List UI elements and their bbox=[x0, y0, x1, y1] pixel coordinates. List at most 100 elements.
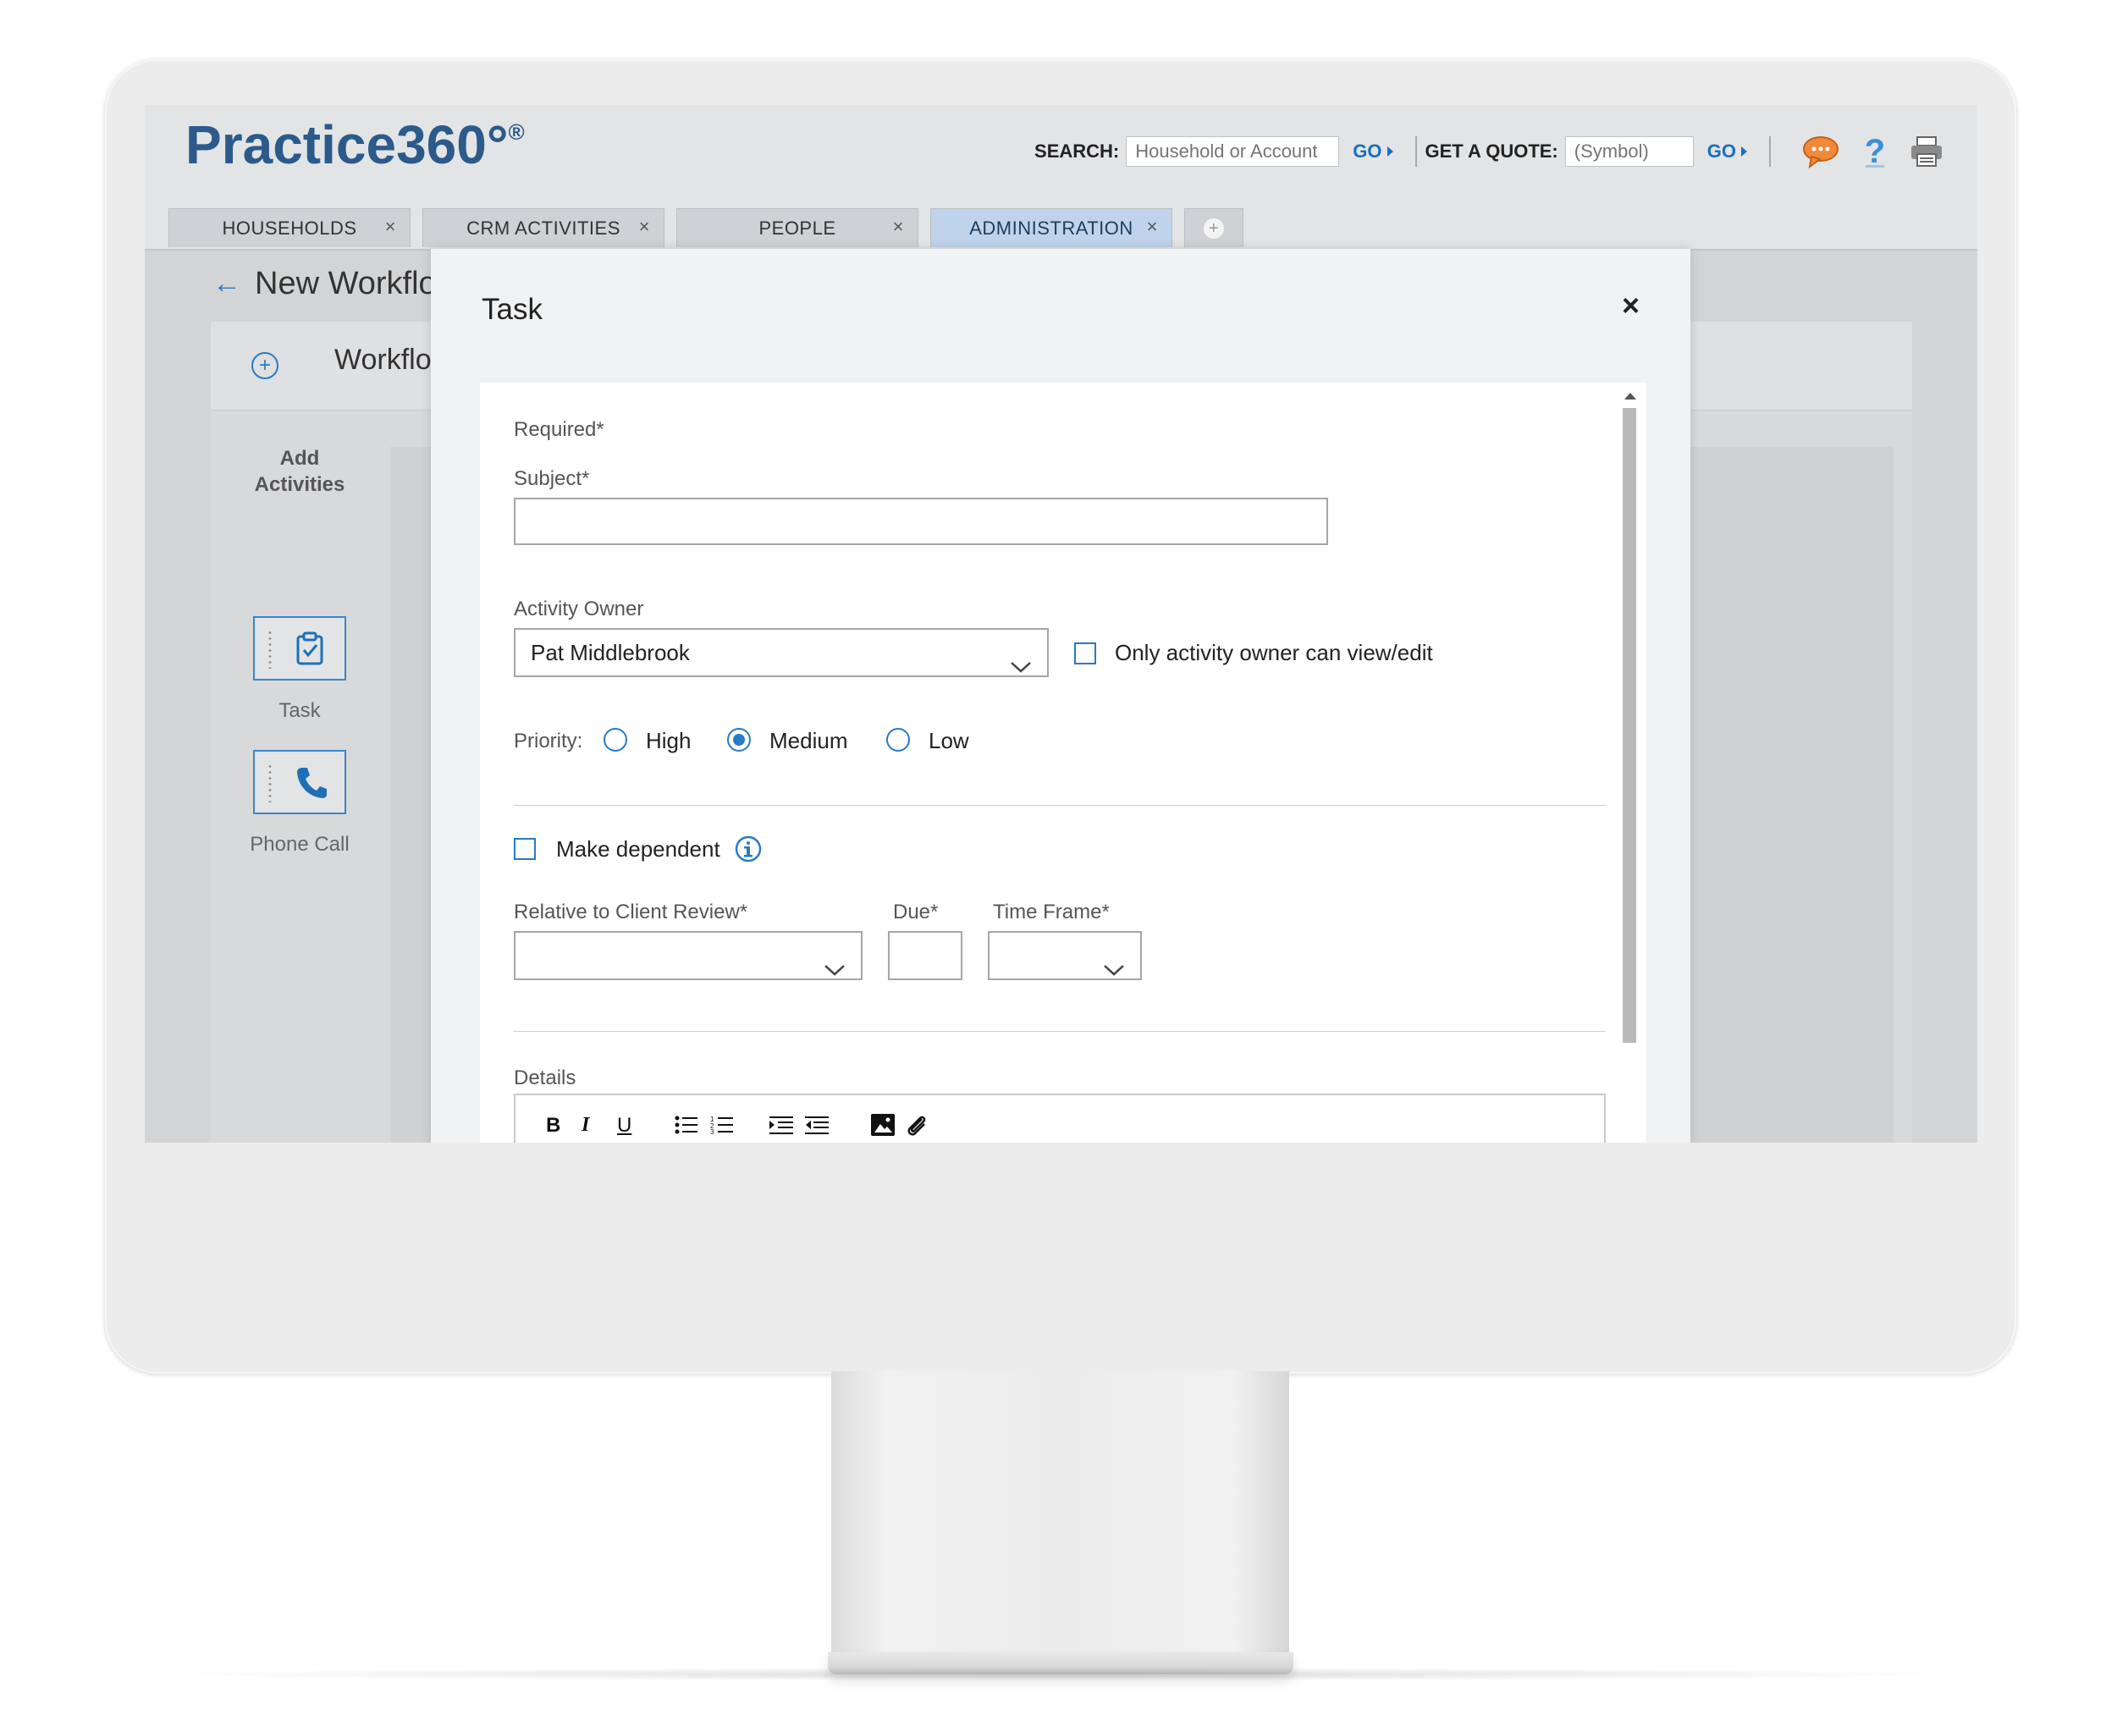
tab-households[interactable]: HOUSEHOLDS × bbox=[168, 208, 411, 247]
drag-handle-icon[interactable] bbox=[267, 630, 273, 669]
floor-shadow bbox=[144, 1667, 1972, 1681]
details-editor[interactable]: B I U 123 bbox=[514, 1094, 1606, 1143]
scrollbar-thumb[interactable] bbox=[1623, 408, 1636, 1043]
priority-label: Priority: bbox=[514, 730, 583, 752]
screen: Practice360°® SEARCH: GO GET A QUOTE: GO… bbox=[145, 105, 1977, 1143]
search-label: SEARCH: bbox=[1034, 141, 1120, 162]
timeframe-label: Time Frame* bbox=[993, 901, 1110, 923]
priority-medium-radio[interactable] bbox=[727, 728, 751, 752]
owner-only-label: Only activity owner can view/edit bbox=[1115, 640, 1433, 665]
svg-text:3: 3 bbox=[710, 1128, 714, 1134]
owner-only-checkbox[interactable] bbox=[1074, 642, 1096, 664]
priority-medium-label: Medium bbox=[769, 728, 848, 753]
back-arrow-icon[interactable]: ← bbox=[212, 267, 241, 300]
section-divider bbox=[514, 805, 1606, 806]
print-icon[interactable] bbox=[1910, 135, 1943, 168]
quote-go-button[interactable]: GO bbox=[1707, 141, 1747, 163]
plus-icon: + bbox=[1204, 218, 1224, 239]
numbered-list-icon[interactable]: 123 bbox=[710, 1116, 734, 1140]
info-icon[interactable] bbox=[734, 835, 763, 868]
chevron-down-icon bbox=[824, 946, 846, 992]
household-search-input[interactable] bbox=[1126, 136, 1340, 167]
tab-close-icon[interactable]: × bbox=[385, 216, 396, 238]
header-divider bbox=[1414, 136, 1417, 167]
chat-icon[interactable] bbox=[1801, 135, 1840, 168]
activity-owner-label: Activity Owner bbox=[514, 598, 644, 620]
app-logo[interactable]: Practice360°® bbox=[185, 113, 525, 176]
quote-symbol-input[interactable] bbox=[1564, 136, 1694, 167]
due-input[interactable] bbox=[888, 931, 962, 980]
add-activities-heading: Add Activities bbox=[254, 447, 345, 496]
activity-owner-value: Pat Middlebrook bbox=[531, 640, 690, 665]
search-go-label: GO bbox=[1353, 141, 1382, 162]
scroll-up-arrow-icon[interactable] bbox=[1624, 393, 1636, 400]
modal-body: Required* Subject* Activity Owner Pat Mi… bbox=[480, 383, 1646, 1143]
italic-button[interactable]: I bbox=[582, 1114, 589, 1137]
modal-title: Task bbox=[482, 293, 543, 326]
add-tab-button[interactable]: + bbox=[1184, 208, 1243, 247]
tab-label: HOUSEHOLDS bbox=[222, 217, 357, 239]
make-dependent-label: Make dependent bbox=[556, 836, 720, 862]
phone-call-activity-label: Phone Call bbox=[250, 833, 350, 856]
activity-owner-select[interactable]: Pat Middlebrook bbox=[514, 628, 1049, 677]
logo-text: Practice360° bbox=[185, 114, 509, 175]
underline-button[interactable]: U bbox=[617, 1114, 631, 1138]
image-icon[interactable] bbox=[871, 1114, 895, 1142]
tab-crm-activities[interactable]: CRM ACTIVITIES × bbox=[422, 208, 664, 247]
logo-registered-mark: ® bbox=[508, 118, 525, 145]
close-icon[interactable]: × bbox=[1622, 288, 1640, 323]
section-divider bbox=[514, 1031, 1606, 1032]
priority-low-label: Low bbox=[929, 728, 969, 753]
tab-close-icon[interactable]: × bbox=[1147, 216, 1158, 238]
priority-high-radio[interactable] bbox=[604, 728, 627, 752]
tab-administration[interactable]: ADMINISTRATION × bbox=[930, 208, 1172, 247]
tab-label: PEOPLE bbox=[758, 217, 836, 239]
task-modal: Task × Required* Subject* Activity Owner… bbox=[431, 249, 1690, 1143]
tab-close-icon[interactable]: × bbox=[639, 216, 650, 238]
make-dependent-checkbox[interactable] bbox=[514, 838, 536, 860]
outdent-icon[interactable] bbox=[805, 1116, 829, 1142]
header-search-area: SEARCH: GO GET A QUOTE: GO ? bbox=[1034, 130, 1943, 173]
required-note: Required* bbox=[514, 418, 604, 441]
attachment-icon[interactable] bbox=[905, 1114, 929, 1143]
go-arrow-icon bbox=[1741, 146, 1747, 157]
indent-icon[interactable] bbox=[769, 1116, 793, 1142]
timeframe-select[interactable] bbox=[988, 931, 1142, 980]
tab-label: ADMINISTRATION bbox=[969, 217, 1133, 239]
relative-label: Relative to Client Review* bbox=[514, 901, 748, 923]
bulleted-list-icon[interactable] bbox=[675, 1116, 698, 1140]
search-go-button[interactable]: GO bbox=[1353, 141, 1393, 163]
clipboard-check-icon bbox=[295, 631, 324, 670]
monitor-stand-neck bbox=[831, 1371, 1289, 1657]
tab-people[interactable]: PEOPLE × bbox=[676, 208, 918, 247]
tab-label: CRM ACTIVITIES bbox=[466, 217, 620, 239]
header-divider bbox=[1769, 136, 1771, 167]
task-activity-tile[interactable] bbox=[253, 616, 346, 681]
phone-call-activity-tile[interactable] bbox=[253, 750, 346, 814]
add-circle-icon[interactable]: + bbox=[251, 352, 278, 379]
workflow-name: Workflo bbox=[334, 344, 432, 376]
details-label: Details bbox=[514, 1066, 576, 1089]
help-icon[interactable]: ? bbox=[1862, 134, 1888, 169]
tab-close-icon[interactable]: × bbox=[893, 216, 904, 238]
quote-go-label: GO bbox=[1706, 141, 1736, 162]
chevron-down-icon bbox=[1010, 643, 1032, 689]
relative-select[interactable] bbox=[514, 931, 863, 980]
drag-handle-icon[interactable] bbox=[267, 763, 273, 802]
tab-bar: HOUSEHOLDS × CRM ACTIVITIES × PEOPLE × A… bbox=[168, 208, 1255, 249]
chevron-down-icon bbox=[1103, 946, 1125, 992]
bold-button[interactable]: B bbox=[546, 1114, 560, 1138]
priority-high-label: High bbox=[646, 728, 692, 753]
phone-icon bbox=[295, 765, 328, 803]
page-title-text: New Workflov bbox=[255, 266, 453, 301]
priority-low-radio[interactable] bbox=[886, 728, 910, 752]
app-header: Practice360°® SEARCH: GO GET A QUOTE: GO… bbox=[145, 105, 1977, 251]
subject-label: Subject* bbox=[514, 467, 590, 490]
subject-input[interactable] bbox=[514, 498, 1328, 545]
page-title: ← New Workflov bbox=[212, 266, 453, 302]
task-activity-label: Task bbox=[278, 699, 321, 722]
svg-text:?: ? bbox=[1865, 134, 1885, 169]
due-label: Due* bbox=[893, 901, 939, 923]
go-arrow-icon bbox=[1387, 146, 1393, 157]
quote-label: GET A QUOTE: bbox=[1425, 141, 1558, 162]
